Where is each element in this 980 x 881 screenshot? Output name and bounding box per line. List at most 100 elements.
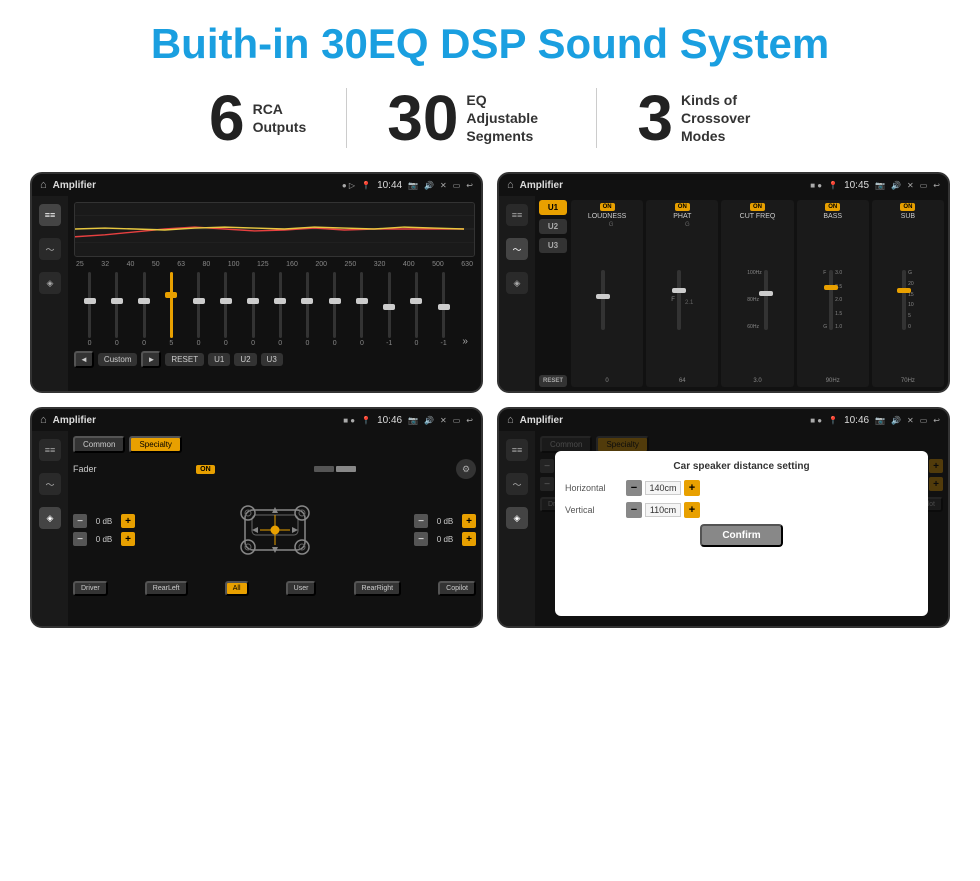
fader-tab-common[interactable]: Common [73,436,125,453]
eq-slider-13[interactable]: -1 [432,272,455,347]
crossover-presets: U1 U2 U3 RESET [539,200,567,387]
cross-cutfreq: ON CUT FREQ 100Hz80Hz60Hz 3.0 [721,200,793,387]
eq-u3-button[interactable]: U3 [261,353,283,366]
screen-crossover-container: ⌂ Amplifier ■ ● 📍 10:45 📷 🔊 ✕ ▭ ↩ ≡≡ 〜 ◈ [497,172,950,393]
cross-cutfreq-on: ON [750,203,765,211]
db-plus-fr[interactable]: + [462,514,476,528]
fader-sidebar-eq-icon[interactable]: ≡≡ [39,439,61,461]
sidebar-speaker-icon[interactable]: ◈ [39,272,61,294]
sidebar-eq-icon[interactable]: ≡≡ [39,204,61,226]
eq-prev-button[interactable]: ◄ [74,351,94,368]
cross-time: 10:45 [844,180,869,191]
fader-win-icon: ▭ [453,416,461,425]
fader-rearright-btn[interactable]: RearRight [354,581,402,596]
db-minus-fr[interactable]: − [414,514,428,528]
eq-cam-icon: 📷 [408,181,418,190]
db-plus-rl[interactable]: + [121,532,135,546]
preset-reset[interactable]: RESET [539,375,567,387]
cross-sidebar-speaker-icon[interactable]: ◈ [506,272,528,294]
screens-grid: ⌂ Amplifier ● ▷ 📍 10:44 📷 🔊 ✕ ▭ ↩ ≡≡ 〜 ◈ [30,172,950,628]
fader-copilot-btn[interactable]: Copilot [438,581,476,596]
cross-loudness-label: LOUDNESS [588,213,627,220]
eq-slider-3[interactable]: 5 [160,272,183,347]
fader-cam-icon: 📷 [408,416,418,425]
sidebar-wave-icon[interactable]: 〜 [39,238,61,260]
db-minus-fl[interactable]: − [73,514,87,528]
cross-sidebar-wave-icon[interactable]: 〜 [506,238,528,260]
eq-slider-2[interactable]: 0 [132,272,155,347]
dialog-vertical-plus[interactable]: + [684,502,700,518]
dist-sidebar: ≡≡ 〜 ◈ [499,431,535,626]
fader-user-btn[interactable]: User [286,581,317,596]
cross-back-icon: ↩ [933,181,940,190]
db-plus-rr[interactable]: + [462,532,476,546]
fader-body: − 0 dB + − 0 dB + [73,485,476,575]
eq-slider-6[interactable]: 0 [241,272,264,347]
eq-u1-button[interactable]: U1 [208,353,230,366]
eq-play-button[interactable]: ► [141,351,161,368]
db-minus-rr[interactable]: − [414,532,428,546]
fader-tab-specialty[interactable]: Specialty [129,436,181,453]
db-minus-rl[interactable]: − [73,532,87,546]
dist-sidebar-wave-icon[interactable]: 〜 [506,473,528,495]
db-value-fr: 0 dB [431,517,459,526]
eq-slider-10[interactable]: 0 [350,272,373,347]
fader-driver-btn[interactable]: Driver [73,581,108,596]
eq-slider-1[interactable]: 0 [105,272,128,347]
dialog-vertical-label: Vertical [565,505,620,515]
fader-time: 10:46 [377,415,402,426]
dialog-vertical-minus[interactable]: − [626,502,642,518]
eq-slider-0[interactable]: 0 [78,272,101,347]
cross-x-icon: ✕ [907,181,914,190]
eq-slider-8[interactable]: 0 [296,272,319,347]
eq-slider-9[interactable]: 0 [323,272,346,347]
dialog-horizontal-minus[interactable]: − [626,480,642,496]
stats-row: 6 RCAOutputs 30 EQ AdjustableSegments 3 … [30,86,950,150]
dist-screen-title: Amplifier [520,415,805,426]
eq-slider-more[interactable]: » [459,272,471,347]
eq-slider-4[interactable]: 0 [187,272,210,347]
cross-sidebar: ≡≡ 〜 ◈ [499,196,535,391]
eq-custom-button[interactable]: Custom [98,353,138,366]
eq-slider-12[interactable]: 0 [405,272,428,347]
cross-loudness-on: ON [600,203,615,211]
eq-reset-button[interactable]: RESET [165,353,204,366]
fader-screen-title: Amplifier [53,415,338,426]
db-plus-fl[interactable]: + [121,514,135,528]
fader-rearleft-btn[interactable]: RearLeft [145,581,188,596]
dialog-vertical-row: Vertical − 110cm + [565,502,918,518]
eq-slider-5[interactable]: 0 [214,272,237,347]
cross-phat: ON PHAT F G2.1 64 [646,200,718,387]
fader-sidebar-speaker-icon[interactable]: ◈ [39,507,61,529]
eq-u2-button[interactable]: U2 [234,353,256,366]
fader-sidebar-wave-icon[interactable]: 〜 [39,473,61,495]
distance-status-bar: ⌂ Amplifier ■ ● 📍 10:46 📷 🔊 ✕ ▭ ↩ [499,409,948,431]
dist-sidebar-eq-icon[interactable]: ≡≡ [506,439,528,461]
cross-sidebar-eq-icon[interactable]: ≡≡ [506,204,528,226]
preset-u1[interactable]: U1 [539,200,567,215]
db-value-rl: 0 dB [90,535,118,544]
fader-vol-icon: 🔊 [424,416,434,425]
eq-slider-7[interactable]: 0 [269,272,292,347]
preset-u3[interactable]: U3 [539,238,567,253]
cross-bass: ON BASS FG 3.02.52.01.51.0 90Hz [797,200,869,387]
cross-sub: ON SUB G20151050 70Hz [872,200,944,387]
fader-settings-icon[interactable]: ⚙ [456,459,476,479]
stat-rca-number: 6 [209,86,245,150]
screen-crossover-body: ≡≡ 〜 ◈ U1 U2 U3 RESET ON LOUDNESS [499,196,948,391]
cross-bass-label: BASS [823,213,842,220]
screen-fader-body: ≡≡ 〜 ◈ Common Specialty Fader ON [32,431,481,626]
cross-cutfreq-label: CUT FREQ [740,213,776,220]
dist-sidebar-speaker-icon[interactable]: ◈ [506,507,528,529]
eq-sidebar: ≡≡ 〜 ◈ [32,196,68,391]
dialog-horizontal-plus[interactable]: + [684,480,700,496]
screen-distance-body: ≡≡ 〜 ◈ Common Specialty [499,431,948,626]
preset-u2[interactable]: U2 [539,219,567,234]
distance-dialog: Car speaker distance setting Horizontal … [555,451,928,616]
confirm-button[interactable]: Confirm [700,524,782,547]
stat-crossover: 3 Kinds ofCrossover Modes [597,86,811,150]
eq-slider-11[interactable]: -1 [378,272,401,347]
crossover-controls: ON LOUDNESS G 0 ON PHAT [571,200,944,387]
eq-time: 10:44 [377,180,402,191]
fader-all-btn[interactable]: All [225,581,249,596]
